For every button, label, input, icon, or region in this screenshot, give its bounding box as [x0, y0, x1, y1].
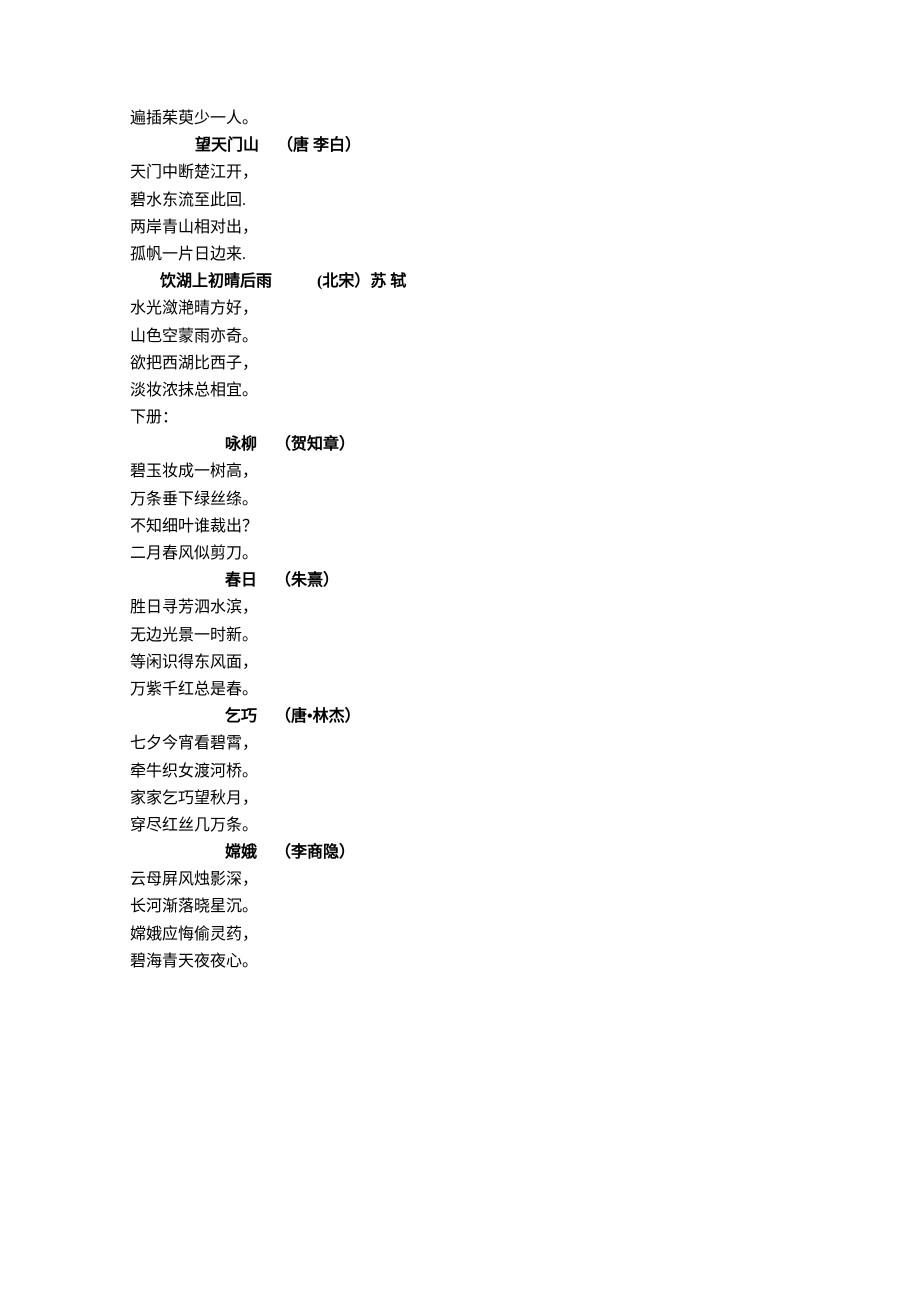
poem-title-text: 饮湖上初晴后雨	[160, 273, 272, 290]
poem-title: 饮湖上初晴后雨 (北宋）苏 轼	[130, 268, 920, 295]
poem-line: 山色空蒙雨亦奇。	[130, 323, 920, 350]
poem-title-text: 嫦娥	[225, 844, 257, 861]
poem-line: 万紫千红总是春。	[130, 676, 920, 703]
poem-line: 等闲识得东风面，	[130, 649, 920, 676]
poem-author: （朱熹）	[275, 572, 339, 589]
poem-line: 孤帆一片日边来.	[130, 241, 920, 268]
poem-title: 乞巧 （唐•林杰）	[130, 703, 920, 730]
poem-line: 天门中断楚江开，	[130, 159, 920, 186]
poem-line: 长河渐落晓星沉。	[130, 893, 920, 920]
section-label: 下册：	[130, 404, 920, 431]
poem-line: 不知细叶谁裁出？	[130, 513, 920, 540]
poem-title-text: 春日	[225, 572, 257, 589]
poem-line: 七夕今宵看碧霄，	[130, 730, 920, 757]
poem-line: 淡妆浓抹总相宜。	[130, 377, 920, 404]
poem-line: 两岸青山相对出，	[130, 214, 920, 241]
poem-author: （李商隐）	[275, 844, 355, 861]
poem-title: 春日 （朱熹）	[130, 567, 920, 594]
poem-title: 嫦娥 （李商隐）	[130, 839, 920, 866]
poem-author: （贺知章）	[275, 436, 355, 453]
poem-title: 望天门山 （唐 李白）	[130, 132, 920, 159]
document-content: 遍插茱萸少一人。望天门山 （唐 李白） 天门中断楚江开，碧水东流至此回.两岸青山相对…	[0, 0, 920, 975]
poem-line: 水光潋滟晴方好，	[130, 295, 920, 322]
poem-line: 云母屏风烛影深，	[130, 866, 920, 893]
poem-line: 碧海青天夜夜心。	[130, 948, 920, 975]
poem-line: 无边光景一时新。	[130, 622, 920, 649]
poem-line: 牵牛织女渡河桥。	[130, 758, 920, 785]
poem-author: （唐 李白）	[277, 137, 361, 154]
poem-title-text: 望天门山	[195, 137, 259, 154]
poem-line: 碧玉妆成一树高，	[130, 458, 920, 485]
poem-line: 万条垂下绿丝绦。	[130, 486, 920, 513]
poem-line: 遍插茱萸少一人。	[130, 105, 920, 132]
poem-title: 咏柳 （贺知章）	[130, 431, 920, 458]
poem-author: (北宋）苏 轼	[317, 273, 406, 290]
poem-line: 穿尽红丝几万条。	[130, 812, 920, 839]
poem-line: 家家乞巧望秋月，	[130, 785, 920, 812]
poem-title-text: 乞巧	[225, 708, 257, 725]
poem-line: 胜日寻芳泗水滨，	[130, 594, 920, 621]
poem-line: 二月春风似剪刀。	[130, 540, 920, 567]
poem-author: （唐•林杰）	[275, 708, 361, 725]
poem-line: 欲把西湖比西子，	[130, 350, 920, 377]
poem-title-text: 咏柳	[225, 436, 257, 453]
poem-line: 嫦娥应悔偷灵药，	[130, 921, 920, 948]
poem-line: 碧水东流至此回.	[130, 187, 920, 214]
